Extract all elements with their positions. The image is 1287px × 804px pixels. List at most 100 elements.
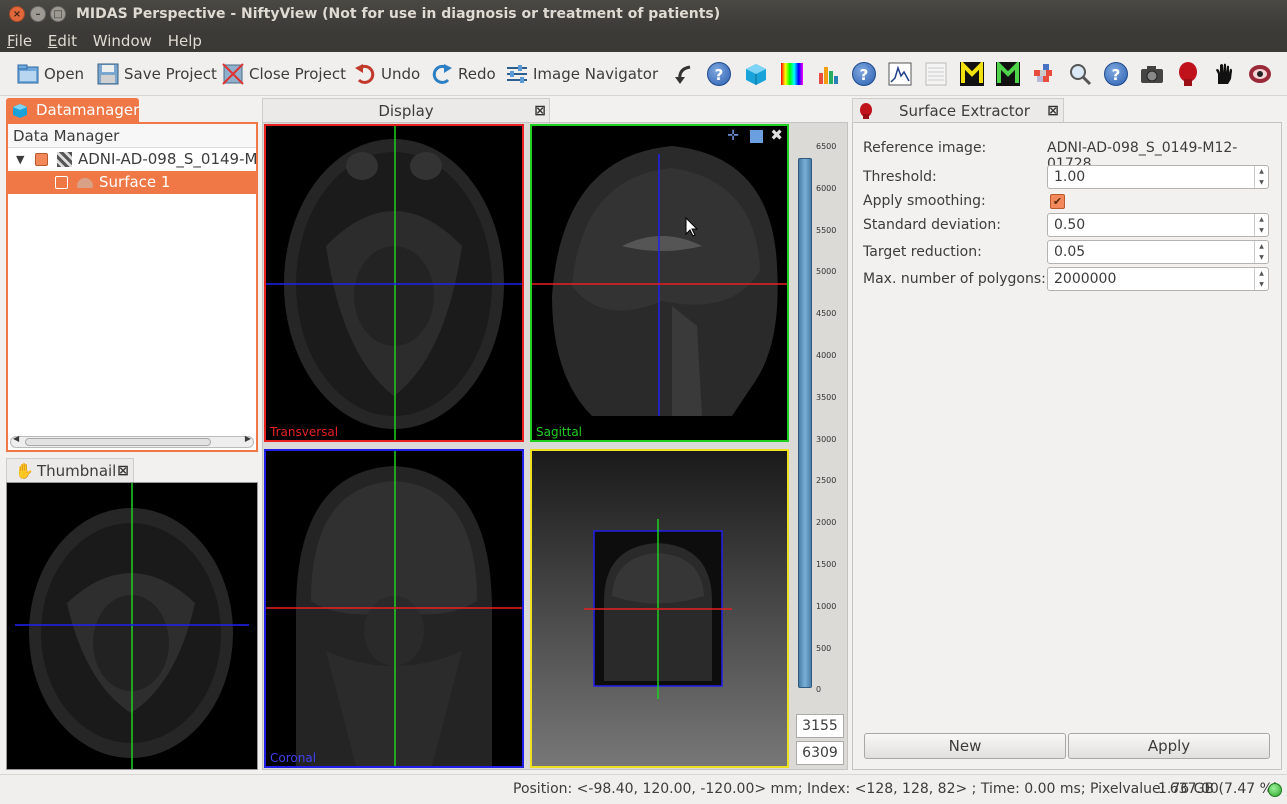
level-tick-label: 4500 bbox=[816, 309, 837, 319]
thumbnail-view[interactable] bbox=[6, 482, 258, 770]
window-close-button[interactable]: × bbox=[9, 6, 25, 22]
save-icon bbox=[96, 62, 120, 86]
tab-datamanager[interactable]: Datamanager bbox=[6, 98, 139, 122]
3d-view[interactable] bbox=[530, 449, 789, 768]
reference-image-label: Reference image: bbox=[863, 140, 987, 156]
cube-icon[interactable] bbox=[743, 61, 769, 87]
open-button[interactable]: Open bbox=[16, 60, 84, 88]
coronal-view[interactable]: Coronal bbox=[264, 449, 524, 768]
undo-button[interactable]: Undo bbox=[353, 60, 420, 88]
scroll-left-icon[interactable]: ◀ bbox=[13, 434, 19, 443]
status-text: Position: <-98.40, 120.00, -120.00> mm; … bbox=[513, 781, 1219, 797]
apply-smoothing-label: Apply smoothing: bbox=[863, 193, 986, 209]
level-tick-label: 0 bbox=[816, 685, 822, 695]
node-visibility-checkbox[interactable] bbox=[35, 153, 48, 166]
spinner-icon[interactable]: ▲ ▼ bbox=[1254, 241, 1268, 263]
window-minimize-button[interactable]: – bbox=[30, 6, 46, 22]
spinner-icon[interactable]: ▲ ▼ bbox=[1254, 268, 1268, 290]
tree-node-image[interactable]: ▼ ADNI-AD-098_S_0149-M12 bbox=[8, 148, 256, 171]
close-project-icon bbox=[221, 62, 245, 86]
redo-icon bbox=[430, 62, 454, 86]
level-tick-label: 1500 bbox=[816, 560, 837, 569]
expand-arrow-icon[interactable]: ▼ bbox=[16, 148, 24, 171]
layout-icon[interactable] bbox=[750, 130, 763, 143]
horizontal-scrollbar[interactable]: ◀ ▶ bbox=[10, 434, 254, 448]
target-reduction-label: Target reduction: bbox=[863, 244, 982, 260]
status-bar: Position: <-98.40, 120.00, -120.00> mm; … bbox=[0, 774, 1287, 804]
level-tick-label: 5500 bbox=[816, 225, 837, 235]
max-polygons-field[interactable]: 2000000 ▲ ▼ bbox=[1047, 267, 1269, 291]
image-navigator-button[interactable]: Image Navigator bbox=[505, 60, 658, 88]
hand-icon[interactable] bbox=[1211, 61, 1237, 87]
eye-icon[interactable] bbox=[1247, 61, 1273, 87]
menu-window[interactable]: Window bbox=[89, 28, 156, 50]
tab-display[interactable]: Display ⊠ bbox=[262, 98, 550, 122]
tab-thumbnail[interactable]: ✋ Thumbnail ⊠ bbox=[6, 458, 134, 482]
coronal-label: Coronal bbox=[270, 751, 317, 765]
standard-deviation-field[interactable]: 0.50 ▲ ▼ bbox=[1047, 213, 1269, 237]
level-window-track[interactable] bbox=[798, 158, 812, 688]
level-tick-label: 6000 bbox=[816, 183, 837, 193]
red-head-icon[interactable] bbox=[1175, 61, 1201, 87]
save-project-button[interactable]: Save Project bbox=[96, 60, 217, 88]
scrollbar-thumb[interactable] bbox=[25, 438, 211, 446]
tab-surface-extractor[interactable]: Surface Extractor ⊠ bbox=[852, 98, 1064, 122]
transversal-view[interactable]: Transversal bbox=[264, 124, 524, 442]
apply-button[interactable]: Apply bbox=[1068, 733, 1270, 759]
camera-icon[interactable] bbox=[1139, 61, 1165, 87]
sagittal-view[interactable]: ✛ ✖ Sagittal bbox=[530, 124, 789, 442]
target-reduction-field[interactable]: 0.05 ▲ ▼ bbox=[1047, 240, 1269, 264]
close-icon[interactable]: ⊠ bbox=[534, 99, 546, 123]
memory-status-icon bbox=[1268, 783, 1282, 797]
redo-button[interactable]: Redo bbox=[430, 60, 496, 88]
scroll-right-icon[interactable]: ▶ bbox=[245, 434, 251, 443]
hand-icon: ✋ bbox=[15, 462, 34, 480]
level-window-slider[interactable]: 6500 6000 5500 5000 4500 4000 3500 3000 2500 2000… bbox=[796, 136, 844, 696]
spinner-icon[interactable]: ▲ ▼ bbox=[1254, 166, 1268, 188]
level-tick-label: 500 bbox=[816, 643, 832, 653]
menu-help[interactable]: Help bbox=[164, 28, 206, 50]
3d-render-image bbox=[584, 519, 732, 699]
window-maximize-button[interactable]: □ bbox=[50, 6, 66, 22]
menu-file[interactable]: File bbox=[3, 28, 36, 50]
help-icon-2[interactable]: ? bbox=[851, 61, 877, 87]
help-icon[interactable]: ? bbox=[706, 61, 732, 87]
tree-node-surface[interactable]: Surface 1 bbox=[8, 171, 256, 194]
level-tick-label: 5000 bbox=[816, 267, 837, 277]
level-input[interactable]: 3155 bbox=[796, 714, 844, 738]
standard-deviation-label: Standard deviation: bbox=[863, 217, 1001, 233]
spinner-icon[interactable]: ▲ ▼ bbox=[1254, 214, 1268, 236]
bar-chart-icon[interactable] bbox=[815, 61, 841, 87]
new-button[interactable]: New bbox=[864, 733, 1066, 759]
help-icon-3[interactable]: ? bbox=[1103, 61, 1129, 87]
main-toolbar: Open Save Project Close Project Undo Red… bbox=[0, 52, 1287, 96]
notes-icon[interactable] bbox=[923, 61, 949, 87]
window-input[interactable]: 6309 bbox=[796, 741, 844, 765]
apply-smoothing-checkbox[interactable]: ✔ bbox=[1050, 194, 1065, 209]
menu-bar: File Edit Window Help bbox=[0, 28, 1287, 52]
transversal-brain-image bbox=[266, 126, 522, 440]
tools-icon[interactable]: ✖ bbox=[770, 126, 783, 144]
morph-m-green-icon[interactable] bbox=[995, 61, 1021, 87]
menu-edit[interactable]: Edit bbox=[44, 28, 81, 50]
back-arrow-icon[interactable] bbox=[670, 61, 696, 87]
morph-m-yellow-icon[interactable] bbox=[959, 61, 985, 87]
level-tick-label: 3500 bbox=[816, 392, 837, 402]
close-project-button[interactable]: Close Project bbox=[221, 60, 346, 88]
window-title: MIDAS Perspective - NiftyView (Not for u… bbox=[76, 6, 721, 22]
level-tick-label: 2500 bbox=[816, 476, 837, 486]
threshold-field[interactable]: 1.00 ▲ ▼ bbox=[1047, 165, 1269, 189]
histogram-icon[interactable] bbox=[887, 61, 913, 87]
level-tick-label: 3000 bbox=[816, 434, 837, 444]
datamanager-panel: Data Manager ▼ ADNI-AD-098_S_0149-M12 Su… bbox=[6, 122, 258, 452]
segmentation-icon[interactable] bbox=[1031, 61, 1057, 87]
surface-visibility-checkbox[interactable] bbox=[55, 176, 68, 189]
open-icon bbox=[16, 62, 40, 86]
magnifier-icon[interactable] bbox=[1067, 61, 1093, 87]
datamanager-header: Data Manager bbox=[8, 124, 256, 148]
close-icon[interactable]: ⊠ bbox=[117, 459, 129, 483]
crosshair-icon[interactable]: ✛ bbox=[727, 128, 739, 144]
transversal-label: Transversal bbox=[270, 425, 339, 439]
color-spectrum-icon[interactable] bbox=[779, 61, 805, 87]
close-icon[interactable]: ⊠ bbox=[1047, 99, 1059, 123]
